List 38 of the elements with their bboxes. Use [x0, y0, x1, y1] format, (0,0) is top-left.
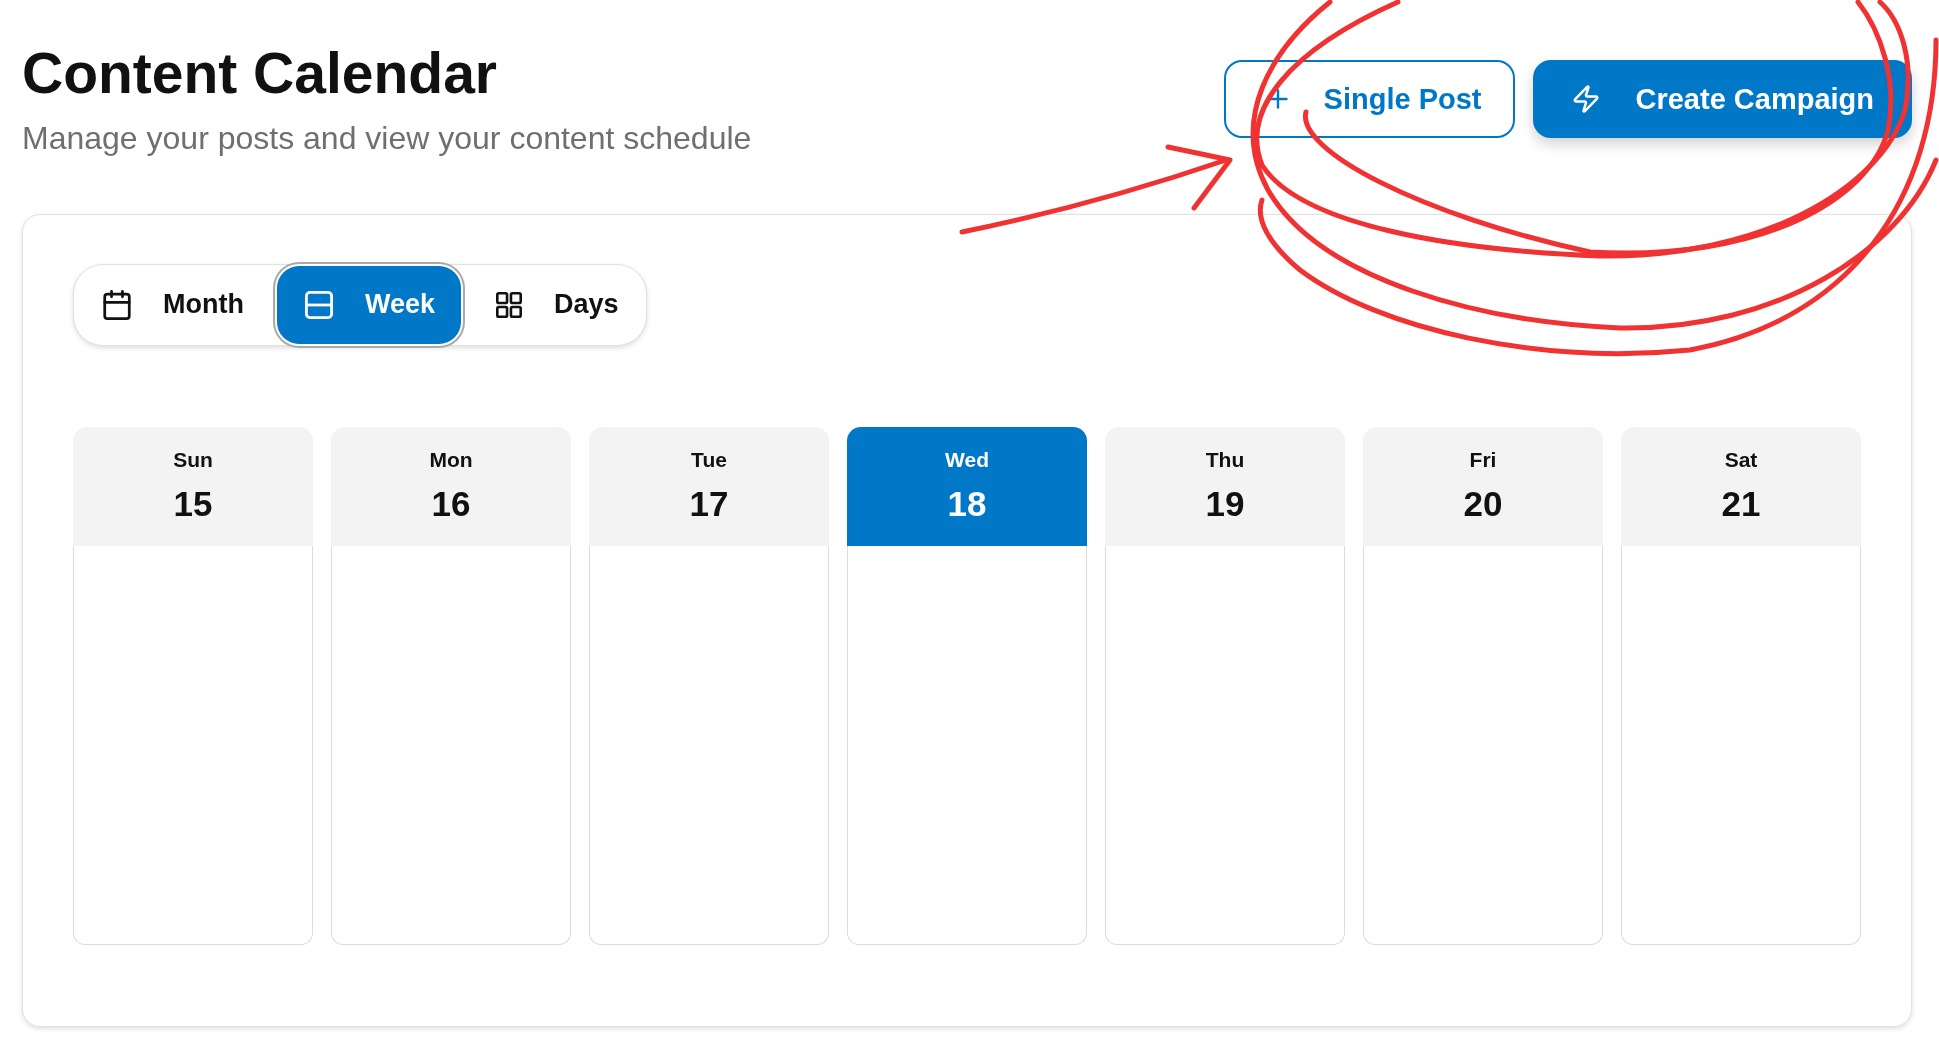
- day-header[interactable]: Sun 15: [73, 426, 313, 546]
- day-header[interactable]: Sat 21: [1621, 426, 1861, 546]
- view-mode-tab[interactable]: Month: [75, 265, 270, 344]
- day-slot-area[interactable]: [331, 545, 571, 945]
- date-number: 16: [431, 483, 471, 524]
- day-slot-area[interactable]: [1105, 545, 1345, 945]
- date-number: 18: [947, 483, 987, 524]
- day-slot-area[interactable]: [1621, 545, 1861, 945]
- weekday-label: Tue: [691, 447, 727, 472]
- single-post-button[interactable]: Single Post: [1223, 60, 1516, 138]
- weekday-label: Mon: [429, 447, 473, 472]
- split-square-icon: [304, 290, 333, 319]
- date-number: 17: [689, 483, 729, 524]
- date-number: 21: [1721, 483, 1761, 524]
- lightning-icon: [1573, 85, 1600, 113]
- create-campaign-button[interactable]: Create Campaign: [1533, 60, 1912, 138]
- day-header[interactable]: Tue 17: [589, 426, 829, 546]
- day-header[interactable]: Thu 19: [1105, 426, 1345, 546]
- day-header[interactable]: Fri 20: [1363, 426, 1603, 546]
- day-header[interactable]: Wed 18: [847, 426, 1087, 546]
- weekday-label: Wed: [945, 447, 989, 472]
- weekday-label: Sun: [173, 447, 213, 472]
- view-mode-tab[interactable]: Days: [468, 265, 645, 344]
- calendar-icon: [103, 289, 131, 320]
- day-slot-area[interactable]: [1363, 545, 1603, 945]
- page-subtitle: Manage your posts and view your content schedule: [22, 119, 752, 158]
- date-number: 19: [1205, 483, 1245, 524]
- weekday-label: Sat: [1724, 447, 1758, 472]
- day-header[interactable]: Mon 16: [331, 426, 571, 546]
- day-slot-area[interactable]: [847, 545, 1087, 945]
- page-title: Content Calendar: [22, 40, 499, 107]
- date-number: 20: [1463, 483, 1503, 524]
- day-slot-area[interactable]: [589, 545, 829, 945]
- grid-icon: [496, 291, 522, 318]
- weekday-label: Fri: [1469, 447, 1497, 472]
- date-number: 15: [173, 483, 213, 524]
- weekday-label: Thu: [1205, 447, 1245, 472]
- day-slot-area[interactable]: [73, 545, 313, 945]
